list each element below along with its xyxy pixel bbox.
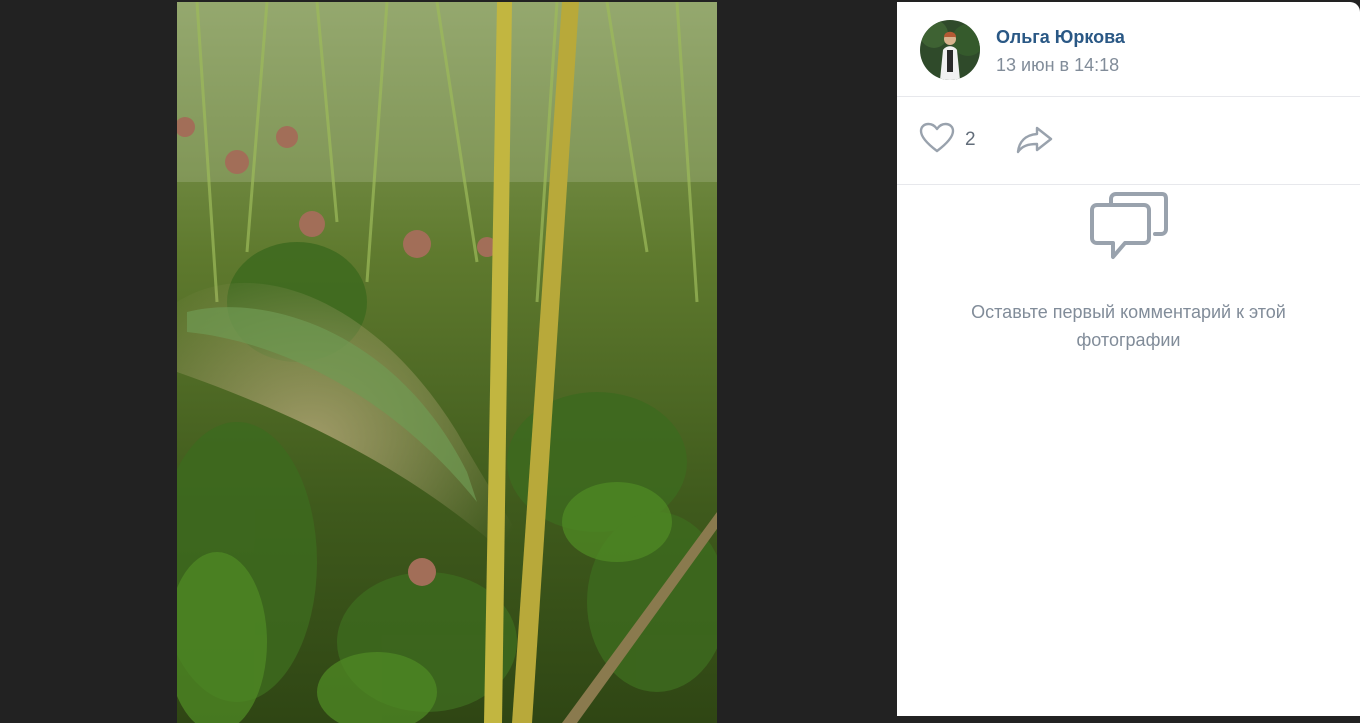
heart-outline-icon (919, 122, 955, 159)
avatar[interactable] (920, 20, 980, 80)
comment-bubbles-icon (1089, 191, 1169, 270)
author-name[interactable]: Ольга Юркова (996, 27, 1125, 48)
photo[interactable] (177, 2, 717, 723)
like-button[interactable]: 2 (919, 122, 976, 159)
like-count: 2 (965, 129, 976, 150)
post-date[interactable]: 13 июн в 14:18 (996, 55, 1119, 76)
photo-viewer: Ольга Юркова 13 июн в 14:18 2 Оставьте п… (0, 0, 1360, 723)
share-arrow-icon (1015, 126, 1055, 159)
share-button[interactable] (1015, 125, 1055, 155)
post-actions: 2 (897, 97, 1360, 185)
empty-comments-text: Оставьте первый комментарий к этой фотог… (971, 302, 1286, 350)
post-header: Ольга Юркова 13 июн в 14:18 (897, 2, 1360, 97)
info-panel: Ольга Юркова 13 июн в 14:18 2 Оставьте п… (897, 2, 1360, 716)
photo-area[interactable] (0, 0, 897, 723)
